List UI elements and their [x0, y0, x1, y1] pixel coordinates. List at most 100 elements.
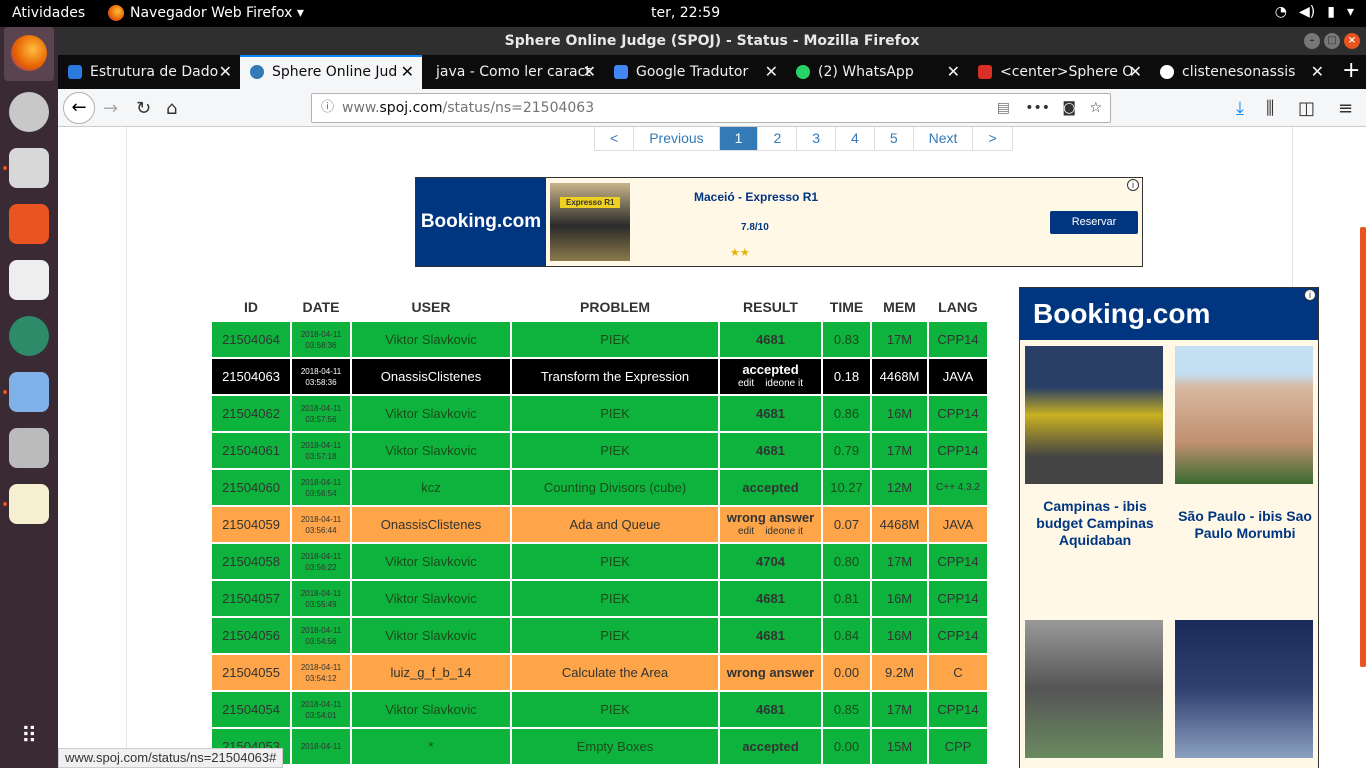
close-tab-icon[interactable]: ✕	[401, 57, 414, 87]
cell-problem[interactable]: PIEK	[512, 544, 718, 579]
result-links[interactable]: edit ideone it	[720, 525, 821, 539]
pocket-icon[interactable]: ◙	[1062, 94, 1076, 122]
cell-user[interactable]: *	[352, 729, 510, 764]
clock[interactable]: ter, 22:59	[651, 5, 720, 21]
cell-problem[interactable]: PIEK	[512, 692, 718, 727]
cell-problem[interactable]: Transform the Expression	[512, 359, 718, 394]
cell-user[interactable]: Viktor Slavkovic	[352, 544, 510, 579]
cell-problem[interactable]: PIEK	[512, 618, 718, 653]
cell-problem[interactable]: PIEK	[512, 433, 718, 468]
dock-calculator-icon[interactable]	[9, 428, 49, 468]
tab-estrutura[interactable]: Estrutura de Dado ✕	[58, 55, 240, 89]
hotel-name[interactable]: Maceió - Expresso R1	[694, 190, 818, 204]
wifi-icon: ◔	[1274, 4, 1288, 20]
info-icon[interactable]: ⓘ	[321, 94, 334, 122]
app-menu[interactable]: Navegador Web Firefox ▾	[108, 5, 304, 21]
dock-rhythmbox-icon[interactable]	[9, 92, 49, 132]
ad-info-icon[interactable]: i	[1304, 289, 1316, 301]
close-tab-icon[interactable]: ✕	[219, 55, 232, 89]
page-last[interactable]: >	[972, 127, 1012, 150]
forward-button[interactable]: →	[103, 98, 118, 119]
cell-user[interactable]: Viktor Slavkovic	[352, 322, 510, 357]
dock-virtualbox-icon[interactable]	[9, 372, 49, 412]
dock-software-icon[interactable]	[9, 204, 49, 244]
cell-user[interactable]: OnassisClistenes	[352, 507, 510, 542]
close-tab-icon[interactable]: ✕	[583, 55, 596, 89]
maximize-button[interactable]: □	[1324, 33, 1340, 49]
dock-document-viewer-icon[interactable]	[9, 260, 49, 300]
cell-user[interactable]: Viktor Slavkovic	[352, 692, 510, 727]
page-previous[interactable]: Previous	[633, 127, 719, 150]
cell-date: 2018-04-11	[292, 729, 350, 764]
download-icon[interactable]: ⤓	[1236, 98, 1244, 119]
url-bar[interactable]: ⓘ www.spoj.com/status/ns=21504063 ▤ ••• …	[311, 93, 1111, 123]
cell-problem[interactable]: PIEK	[512, 581, 718, 616]
library-icon[interactable]: ⫼	[1266, 98, 1274, 119]
cell-user[interactable]: Viktor Slavkovic	[352, 581, 510, 616]
cell-user[interactable]: Viktor Slavkovic	[352, 433, 510, 468]
tab-tradutor[interactable]: Google Tradutor ✕	[604, 55, 786, 89]
close-tab-icon[interactable]: ✕	[1311, 55, 1324, 89]
hotel-card[interactable]	[1025, 620, 1165, 758]
dock-files-icon[interactable]	[9, 148, 49, 188]
page-actions-icon[interactable]: •••	[1025, 94, 1050, 122]
cell-problem[interactable]: Calculate the Area	[512, 655, 718, 690]
menu-icon[interactable]: ≡	[1338, 98, 1353, 119]
page-3[interactable]: 3	[796, 127, 836, 150]
dock-text-editor-icon[interactable]	[9, 484, 49, 524]
page-1[interactable]: 1	[718, 127, 758, 150]
hotel-card[interactable]: São Paulo - ibis Sao Paulo Morumbi	[1175, 346, 1315, 542]
reservar-button[interactable]: Reservar	[1050, 211, 1138, 234]
tab-spoj[interactable]: Sphere Online Jud ✕	[240, 55, 422, 89]
tab-gmail[interactable]: <center>Sphere O ✕	[968, 55, 1150, 89]
cell-user[interactable]: luiz_g_f_b_14	[352, 655, 510, 690]
close-tab-icon[interactable]: ✕	[765, 55, 778, 89]
ad-info-icon[interactable]: i	[1127, 179, 1139, 191]
cell-problem[interactable]: PIEK	[512, 396, 718, 431]
cell-result: 4681	[720, 581, 821, 616]
tab-github[interactable]: clistenesonassis ✕	[1150, 55, 1332, 89]
cell-result: accepted edit ideone it	[720, 359, 821, 394]
cell-problem[interactable]: Empty Boxes	[512, 729, 718, 764]
cell-user[interactable]: kcz	[352, 470, 510, 505]
dock-atom-icon[interactable]	[9, 316, 49, 356]
tab-whatsapp[interactable]: (2) WhatsApp ✕	[786, 55, 968, 89]
cell-problem[interactable]: Ada and Queue	[512, 507, 718, 542]
url-prefix: www.	[342, 100, 380, 116]
home-button[interactable]: ⌂	[166, 98, 177, 119]
page-2[interactable]: 2	[757, 127, 797, 150]
hotel-name[interactable]: Campinas - ibis budget Campinas Aquidaba…	[1025, 498, 1165, 549]
tab-java[interactable]: java - Como ler caract ✕	[422, 55, 604, 89]
booking-banner-ad[interactable]: Booking.com Expresso R1 Maceió - Express…	[415, 177, 1143, 267]
close-window-button[interactable]: ×	[1344, 33, 1360, 49]
sidebar-icon[interactable]: ◫	[1298, 98, 1315, 119]
reader-view-icon[interactable]: ▤	[997, 94, 1010, 122]
bookmark-star-icon[interactable]: ☆	[1089, 94, 1102, 122]
page-next[interactable]: Next	[912, 127, 973, 150]
page-first[interactable]: <	[595, 127, 634, 150]
new-tab-button[interactable]: +	[1332, 55, 1360, 89]
hotel-card[interactable]	[1175, 620, 1315, 758]
minimize-button[interactable]: –	[1304, 33, 1320, 49]
activities-button[interactable]: Atividades	[12, 5, 85, 21]
page-5[interactable]: 5	[873, 127, 913, 150]
show-apps-grid-icon[interactable]: ⠿	[9, 717, 49, 757]
hotel-name[interactable]: São Paulo - ibis Sao Paulo Morumbi	[1175, 508, 1315, 542]
cell-problem[interactable]: PIEK	[512, 322, 718, 357]
cell-user[interactable]: Viktor Slavkovic	[352, 618, 510, 653]
close-tab-icon[interactable]: ✕	[1129, 55, 1142, 89]
cell-problem[interactable]: Counting Divisors (cube)	[512, 470, 718, 505]
booking-side-ad[interactable]: Booking.com i Campinas - ibis budget Cam…	[1019, 287, 1319, 768]
cell-lang: CPP14	[929, 396, 987, 431]
back-button[interactable]: ←	[63, 92, 95, 124]
close-tab-icon[interactable]: ✕	[947, 55, 960, 89]
cell-user[interactable]: Viktor Slavkovic	[352, 396, 510, 431]
cell-user[interactable]: OnassisClistenes	[352, 359, 510, 394]
result-links[interactable]: edit ideone it	[720, 377, 821, 391]
reload-button[interactable]: ↻	[136, 98, 151, 119]
dock-firefox-icon[interactable]	[4, 27, 54, 81]
hotel-card[interactable]: Campinas - ibis budget Campinas Aquidaba…	[1025, 346, 1165, 549]
page-4[interactable]: 4	[835, 127, 874, 150]
system-tray[interactable]: ◔ ◀) ▮ ▾	[1275, 4, 1354, 20]
scrollbar[interactable]	[1360, 227, 1366, 667]
